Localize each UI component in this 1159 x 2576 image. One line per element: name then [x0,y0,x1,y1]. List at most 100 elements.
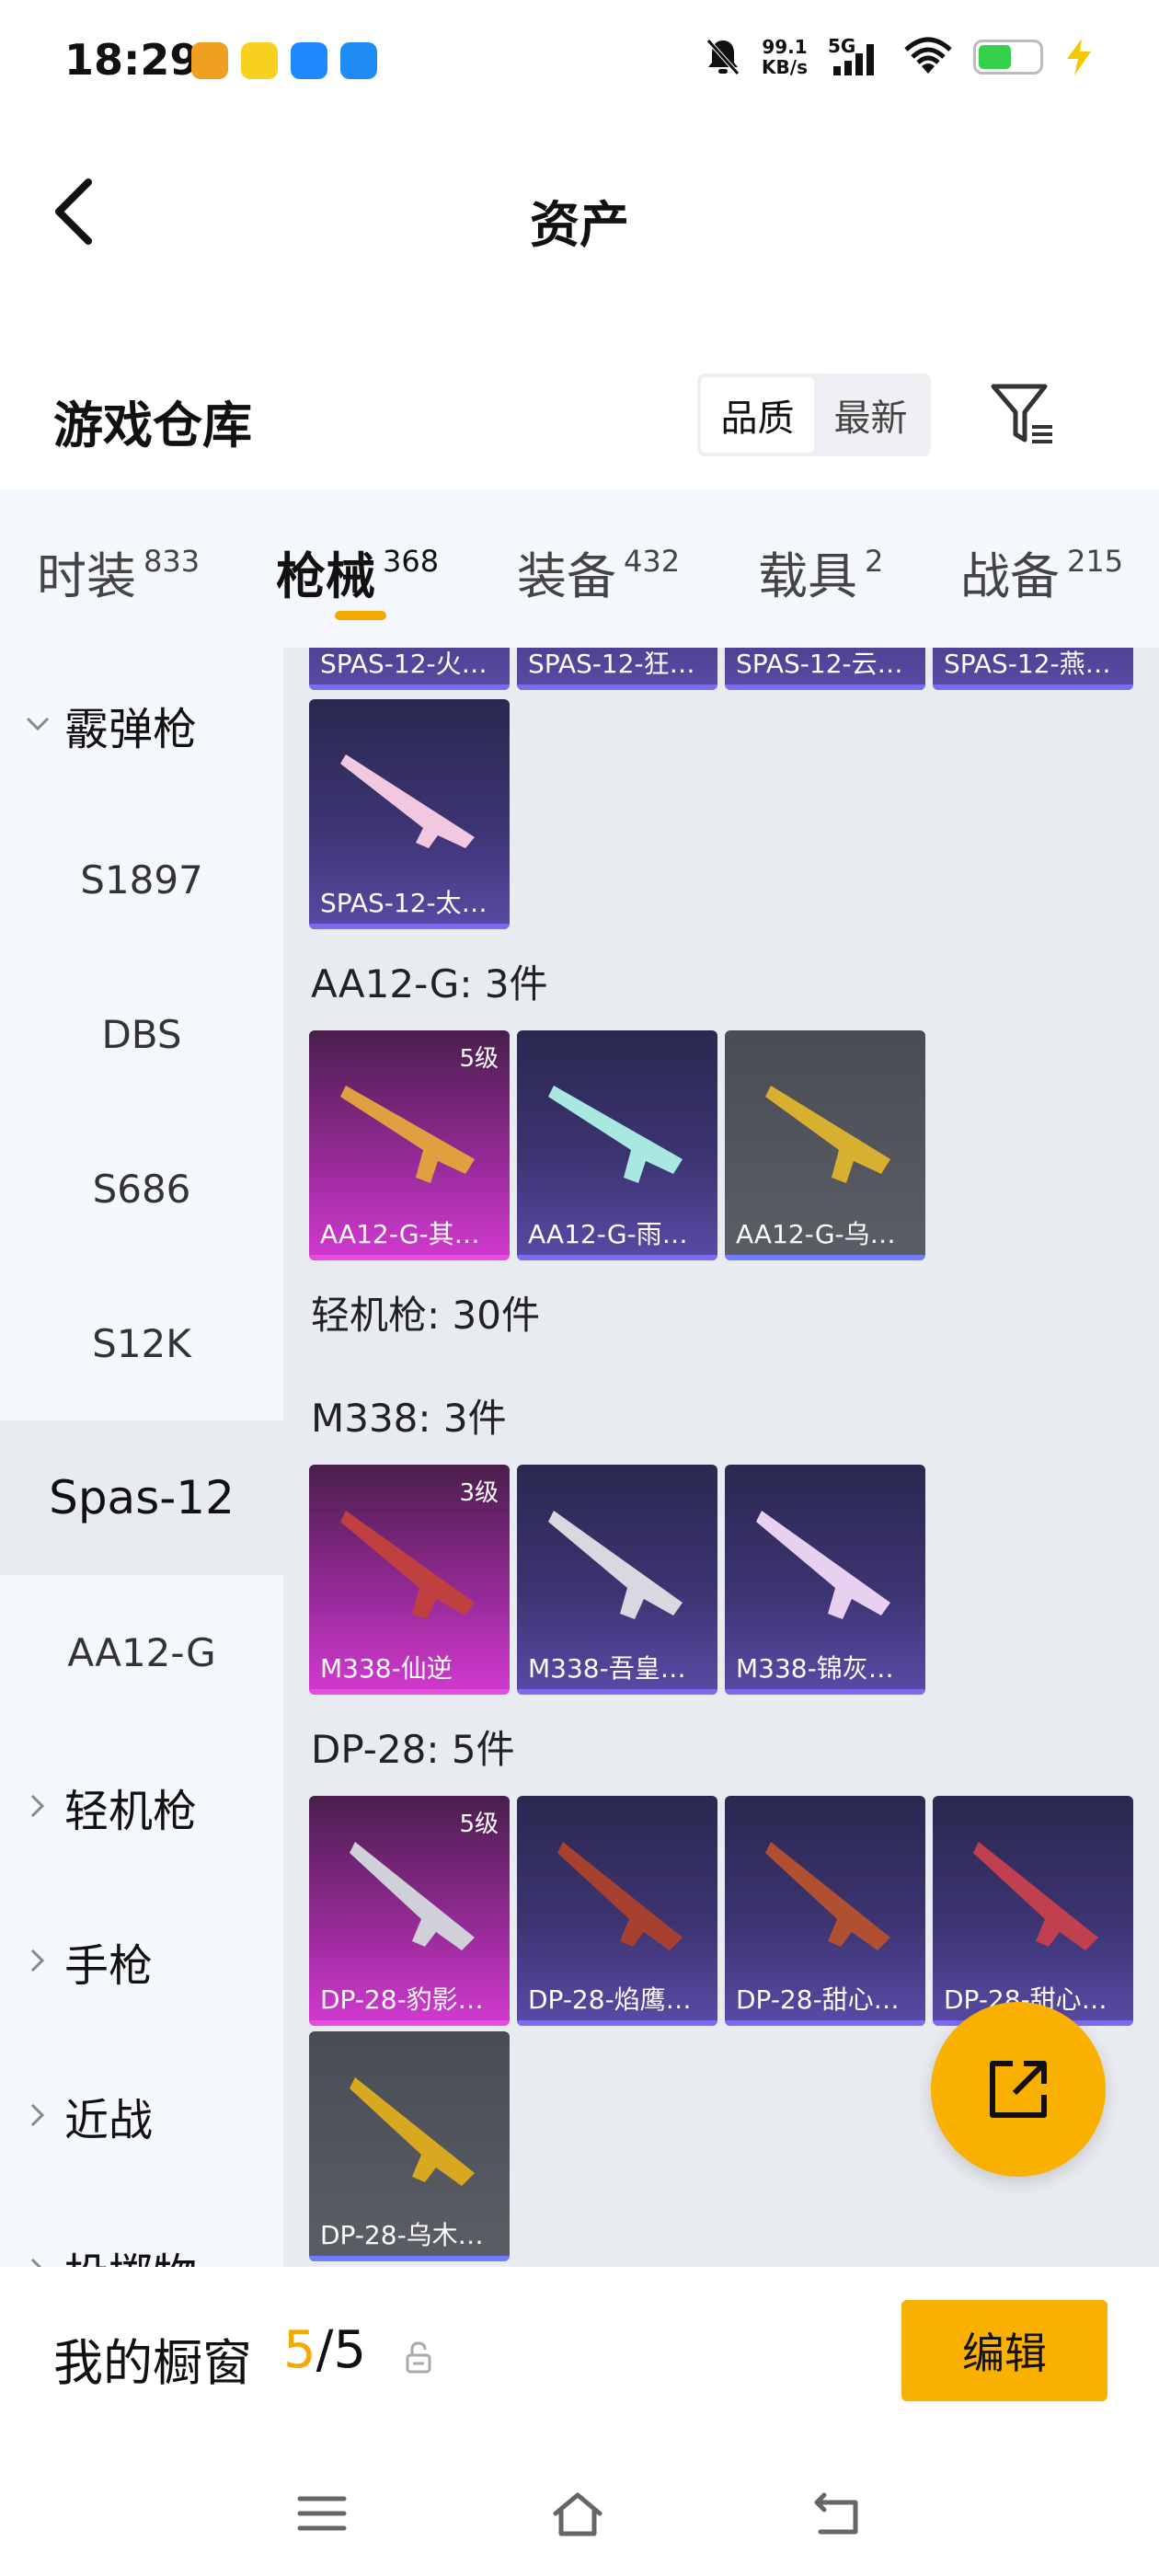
export-icon [990,2061,1047,2118]
item-card[interactable]: SPAS-12-狂… [517,648,717,690]
tab-count: 215 [1067,544,1124,579]
sidebar-item-shotgun[interactable]: 霰弹枪 [0,648,283,802]
tab-label: 装备 [517,547,616,605]
sidebar-item-label: 轻机枪 [64,1786,198,1837]
tab-count: 833 [143,544,201,579]
filter-icon[interactable] [988,379,1058,449]
back-icon[interactable] [809,2488,865,2539]
status-bar: 18:29 99.1 KB/s 5G [0,0,1159,120]
gun-icon [765,1842,890,1950]
gun-icon [340,754,475,848]
item-card[interactable]: AA12-G-雨… [517,1030,717,1260]
game-app-icon [191,42,228,79]
item-name: SPAS-12-燕… [944,649,1111,679]
item-card[interactable]: AA12-G-乌… [725,1030,925,1260]
tab-label: 战备 [960,547,1060,605]
item-card[interactable]: DP-28-甜心… [725,1796,925,2026]
sidebar-item-melee[interactable]: 近战 [0,2039,283,2193]
item-card[interactable]: DP-28-乌木… [309,2031,510,2261]
item-card[interactable]: SPAS-12-太… [309,699,510,929]
item-name: DP-28-甜心… [736,1984,900,2015]
sort-newest-button[interactable]: 最新 [814,377,927,453]
showcase-count: 5/5 [283,2320,366,2380]
sidebar-item-aa12g[interactable]: AA12-G [0,1575,283,1730]
gun-icon [340,1086,475,1183]
group-label-dp28: DP-28: 5件 [311,1727,515,1772]
item-name: SPAS-12-狂… [528,649,695,679]
rarity-bar [725,1255,925,1260]
tab-firearms[interactable]: 枪械 368 [276,535,439,608]
tab-equipment[interactable]: 装备 432 [517,535,680,608]
sort-quality-button[interactable]: 品质 [701,377,814,453]
sidebar-item-label: S12K [92,1320,191,1366]
gun-icon [557,1842,683,1950]
chevron-right-icon [30,1949,45,1972]
showcase-label: 我的橱窗 [53,2334,252,2392]
du-app-icon [291,42,327,79]
share-fab-button[interactable] [931,2002,1106,2177]
sidebar-item-s12k[interactable]: S12K [0,1266,283,1420]
item-name: M338-仙逆 [320,1653,453,1684]
group-label-lmg: 轻机枪: 30件 [311,1293,540,1338]
item-card[interactable]: SPAS-12-火… [309,648,510,690]
sidebar-item-lmg[interactable]: 轻机枪 [0,1730,283,1884]
warehouse-header: 游戏仓库 品质 最新 [0,359,1159,488]
item-card[interactable]: M338-锦灰… [725,1465,925,1695]
sidebar-item-throwables[interactable]: 投掷物 [0,2193,283,2267]
item-card[interactable]: SPAS-12-燕… [933,648,1133,690]
battery-icon [973,40,1043,75]
network-type: 5G [828,35,856,57]
item-card[interactable]: M338-吾皇… [517,1465,717,1695]
item-card[interactable]: SPAS-12-云… [725,648,925,690]
tab-count: 2 [865,544,884,579]
gun-icon [756,1511,890,1619]
tab-count: 368 [383,544,440,579]
menu-icon[interactable] [294,2488,350,2539]
item-name: M338-锦灰… [736,1653,894,1684]
item-name: SPAS-12-太… [320,888,488,918]
net-speed-unit: KB/s [762,56,808,78]
sunny-app-icon [241,42,278,79]
chevron-right-icon [30,2103,45,2127]
weapon-type-sidebar: 霰弹枪 S1897 DBS S686 S12K Spas-12 AA12-G 轻… [0,648,283,2267]
tab-label: 时装 [37,547,136,605]
home-icon[interactable] [550,2488,605,2539]
edit-button[interactable]: 编辑 [901,2300,1107,2401]
sidebar-item-spas12[interactable]: Spas-12 [0,1420,283,1575]
showcase-bar: 我的橱窗 5/5 编辑 [0,2267,1159,2451]
item-card[interactable]: 5级 DP-28-豹影… [309,1796,510,2026]
tab-label: 枪械 [276,547,375,605]
section-title: 游戏仓库 [53,397,252,454]
sidebar-item-s1897[interactable]: S1897 [0,802,283,957]
sidebar-item-pistol[interactable]: 手枪 [0,1884,283,2039]
rarity-bar [725,2020,925,2026]
item-card[interactable]: 5级 AA12-G-其… [309,1030,510,1260]
chevron-right-icon [30,2258,42,2267]
item-name: AA12-G-其… [320,1219,480,1249]
sidebar-item-label: 霰弹枪 [64,704,198,755]
rarity-bar [725,684,925,690]
tab-fashion[interactable]: 时装 833 [37,535,200,608]
gun-icon [973,1842,1098,1950]
rarity-bar [309,2256,510,2261]
system-nav-bar [0,2451,1159,2576]
item-card[interactable]: DP-28-甜心… [933,1796,1133,2026]
sidebar-item-dbs[interactable]: DBS [0,957,283,1111]
rarity-bar [517,2020,717,2026]
sidebar-item-label: S686 [92,1166,191,1212]
active-tab-indicator [335,611,386,620]
net-speed: 99.1 KB/s [762,37,808,77]
rarity-bar [517,684,717,690]
gun-icon [350,2077,475,2186]
sidebar-item-label: Spas-12 [49,1471,235,1524]
sidebar-item-label: DBS [101,1011,182,1057]
battery-level [979,45,1012,69]
sidebar-item-label: 近战 [64,2095,154,2146]
sidebar-item-s686[interactable]: S686 [0,1111,283,1266]
item-card[interactable]: 3级 M338-仙逆 [309,1465,510,1695]
signal-5g: 5G [828,35,883,77]
tab-supplies[interactable]: 战备 215 [960,535,1123,608]
item-name: DP-28-乌木… [320,2220,484,2250]
tab-vehicles[interactable]: 载具 2 [758,535,883,608]
item-card[interactable]: DP-28-焰鹰… [517,1796,717,2026]
